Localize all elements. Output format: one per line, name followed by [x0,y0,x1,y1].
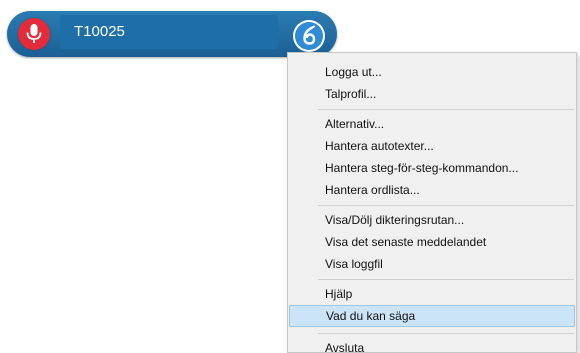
dragon-logo-icon [303,25,316,45]
menu-item-show-log-file[interactable]: Visa loggfil [288,253,576,275]
menu-separator [318,205,574,206]
microphone-icon [26,24,42,43]
menu-item-manage-autotexts[interactable]: Hantera autotexter... [288,135,576,157]
menu-item-voice-profile[interactable]: Talprofil... [288,83,576,105]
microphone-button[interactable] [18,18,50,50]
user-profile-name: T10025 [74,23,125,40]
menu-item-show-latest-message[interactable]: Visa det senaste meddelandet [288,231,576,253]
dragon-menu-button[interactable] [293,20,325,52]
menu-item-manage-vocabulary[interactable]: Hantera ordlista... [288,179,576,201]
menu-item-help[interactable]: Hjälp [288,283,576,305]
menu-item-toggle-dictation-box[interactable]: Visa/Dölj dikteringsrutan... [288,209,576,231]
menu-separator [318,109,574,110]
menu-item-logout[interactable]: Logga ut... [288,61,576,83]
menu-separator [318,279,574,280]
menu-item-what-you-can-say[interactable]: Vad du kan säga [289,305,575,327]
menu-item-manage-step-commands[interactable]: Hantera steg-för-steg-kommandon... [288,157,576,179]
menu-separator [318,333,574,334]
menu-item-exit[interactable]: Avsluta [288,337,576,352]
dictation-bar: T10025 [7,11,337,57]
context-menu: Logga ut... Talprofil... Alternativ... H… [287,52,577,353]
menu-item-options[interactable]: Alternativ... [288,113,576,135]
